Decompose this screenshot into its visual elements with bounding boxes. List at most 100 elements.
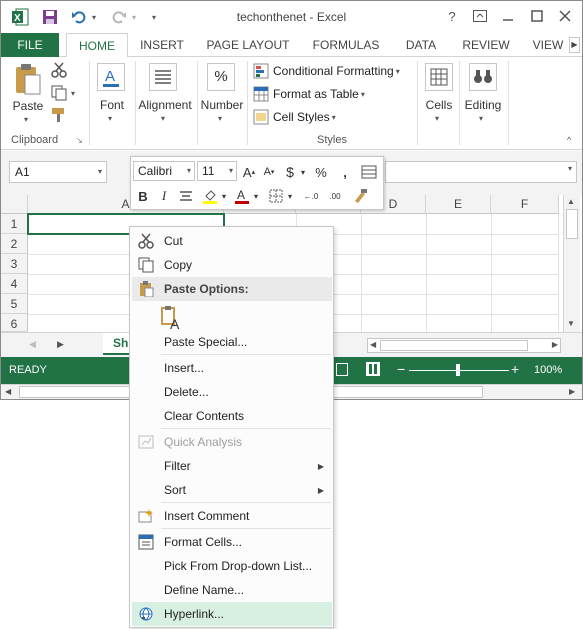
- strip-left-icon[interactable]: ◀: [5, 387, 11, 396]
- alignment-dropdown-icon: ▾: [161, 114, 166, 123]
- accounting-format-icon[interactable]: $: [283, 162, 297, 182]
- menu-item-label: Quick Analysis: [164, 435, 243, 449]
- menu-item-hyperlink[interactable]: Hyperlink...: [132, 602, 332, 626]
- font-color-dropdown-icon[interactable]: ▾: [251, 186, 261, 206]
- percent-style-icon[interactable]: %: [313, 162, 329, 182]
- select-all-corner[interactable]: [1, 195, 28, 214]
- menu-item-paste-special[interactable]: Paste Special...: [132, 330, 332, 354]
- menu-item-format-cells[interactable]: Format Cells...: [132, 530, 332, 554]
- accounting-dropdown-icon[interactable]: ▾: [298, 162, 308, 182]
- minimize-icon[interactable]: [495, 6, 521, 26]
- format-as-table-label: Format as Table: [273, 87, 359, 101]
- format-as-table-icon: [253, 86, 269, 102]
- column-header-f[interactable]: F: [491, 195, 559, 214]
- row-header-2[interactable]: 2: [1, 234, 28, 254]
- hyperlink-icon: [132, 606, 160, 622]
- menu-item-delete[interactable]: Delete...: [132, 380, 332, 404]
- editing-button[interactable]: Editing ▾: [461, 61, 505, 127]
- row-header-1[interactable]: 1: [1, 214, 28, 234]
- align-center-icon[interactable]: [177, 186, 195, 206]
- collapse-ribbon-icon[interactable]: ^: [567, 135, 571, 145]
- column-header-e[interactable]: E: [426, 195, 491, 214]
- increase-font-icon[interactable]: A ▴: [241, 162, 257, 182]
- format-as-table-button[interactable]: Format as Table ▾: [253, 84, 373, 104]
- fill-color-dropdown-icon[interactable]: ▾: [219, 186, 229, 206]
- horizontal-scrollbar[interactable]: ◀ ▶: [367, 338, 561, 353]
- context-menu: Cut Copy Paste Options: A Paste Special.…: [129, 226, 334, 628]
- sheet-tab[interactable]: Sh: [103, 333, 131, 355]
- menu-item-pick-from-list[interactable]: Pick From Drop-down List...: [132, 554, 332, 578]
- tab-view[interactable]: VIEW: [527, 33, 569, 57]
- zoom-in-icon[interactable]: +: [511, 361, 519, 377]
- menu-item-define-name[interactable]: Define Name...: [132, 578, 332, 602]
- formula-input[interactable]: ▾: [385, 161, 577, 183]
- increase-decimal-icon[interactable]: ←.0: [301, 186, 321, 206]
- normal-view-icon[interactable]: [336, 363, 348, 376]
- tab-scroll-right-icon[interactable]: ▶: [569, 37, 580, 53]
- decrease-font-icon[interactable]: A ▾: [261, 162, 277, 182]
- menu-item-label: Clear Contents: [164, 409, 245, 423]
- mini-font-name[interactable]: Calibri ▾: [133, 161, 195, 181]
- name-box[interactable]: A1 ▾: [9, 161, 107, 183]
- percent-icon: %: [207, 63, 235, 91]
- bold-button[interactable]: B: [135, 186, 151, 206]
- borders-icon[interactable]: [267, 186, 285, 206]
- row-header-4[interactable]: 4: [1, 274, 28, 294]
- help-button[interactable]: ?: [439, 6, 465, 26]
- borders-dropdown-icon[interactable]: ▾: [285, 186, 295, 206]
- menu-item-filter[interactable]: Filter ▶: [132, 454, 332, 478]
- strip-right-icon[interactable]: ▶: [569, 387, 575, 396]
- row-header-6[interactable]: 6: [1, 314, 28, 332]
- cells-button[interactable]: Cells ▾: [421, 61, 457, 127]
- paste-option-keep-formatting-icon[interactable]: A: [160, 305, 184, 332]
- zoom-level[interactable]: 100%: [534, 364, 562, 376]
- mini-font-size[interactable]: 11 ▾: [197, 161, 237, 181]
- fill-color-icon[interactable]: [201, 186, 219, 206]
- zoom-slider-thumb[interactable]: [456, 364, 460, 376]
- page-layout-view-icon[interactable]: [366, 362, 380, 376]
- alignment-button[interactable]: Alignment ▾: [136, 61, 194, 127]
- menu-item-copy[interactable]: Copy: [132, 253, 332, 277]
- scroll-up-icon: ▲: [567, 197, 575, 206]
- format-painter-icon[interactable]: [51, 107, 71, 125]
- decrease-decimal-icon[interactable]: .00: [325, 186, 345, 206]
- font-button[interactable]: A Font ▾: [93, 61, 131, 127]
- italic-button[interactable]: I: [157, 186, 171, 206]
- maximize-icon[interactable]: [524, 6, 550, 26]
- menu-item-sort[interactable]: Sort ▶: [132, 478, 332, 502]
- menu-item-cut[interactable]: Cut: [132, 229, 332, 253]
- cut-icon[interactable]: [51, 62, 71, 80]
- comma-style-icon[interactable]: ,: [339, 162, 351, 182]
- row-header-3[interactable]: 3: [1, 254, 28, 274]
- quick-analysis-icon: [132, 434, 160, 450]
- tab-file[interactable]: FILE: [1, 33, 59, 57]
- sheet-scroll-left-icon[interactable]: ◀: [29, 339, 36, 350]
- format-painter-mini-icon[interactable]: [351, 186, 369, 206]
- tab-page-layout[interactable]: PAGE LAYOUT: [197, 33, 299, 57]
- menu-item-insert-comment[interactable]: Insert Comment: [132, 504, 332, 528]
- number-label: Number: [200, 98, 244, 112]
- close-icon[interactable]: [552, 6, 578, 26]
- row-header-5[interactable]: 5: [1, 294, 28, 314]
- font-color-icon[interactable]: A: [233, 186, 251, 206]
- sheet-scroll-right-icon[interactable]: ▶: [57, 339, 64, 350]
- menu-item-clear-contents[interactable]: Clear Contents: [132, 404, 332, 428]
- clipboard-launcher-icon[interactable]: ↘: [76, 136, 83, 145]
- ribbon-display-options-icon[interactable]: [467, 6, 493, 26]
- format-cells-icon[interactable]: [359, 162, 379, 182]
- tab-home[interactable]: HOME: [66, 33, 128, 58]
- menu-item-insert[interactable]: Insert...: [132, 356, 332, 380]
- tab-data[interactable]: DATA: [395, 33, 447, 57]
- group-divider: [459, 61, 460, 145]
- cell-styles-button[interactable]: Cell Styles ▾: [253, 107, 343, 127]
- vertical-scrollbar[interactable]: ▲ ▼: [563, 195, 580, 332]
- tab-formulas[interactable]: FORMULAS: [305, 33, 387, 57]
- paste-button[interactable]: Paste ▾: [11, 61, 45, 124]
- number-button[interactable]: % Number ▾: [199, 61, 245, 127]
- tab-review[interactable]: REVIEW: [455, 33, 517, 57]
- tab-insert[interactable]: INSERT: [133, 33, 191, 57]
- group-divider: [417, 61, 418, 145]
- conditional-formatting-button[interactable]: Conditional Formatting ▾: [253, 61, 413, 81]
- copy-icon[interactable]: ▾: [51, 85, 81, 103]
- zoom-out-icon[interactable]: −: [397, 361, 405, 377]
